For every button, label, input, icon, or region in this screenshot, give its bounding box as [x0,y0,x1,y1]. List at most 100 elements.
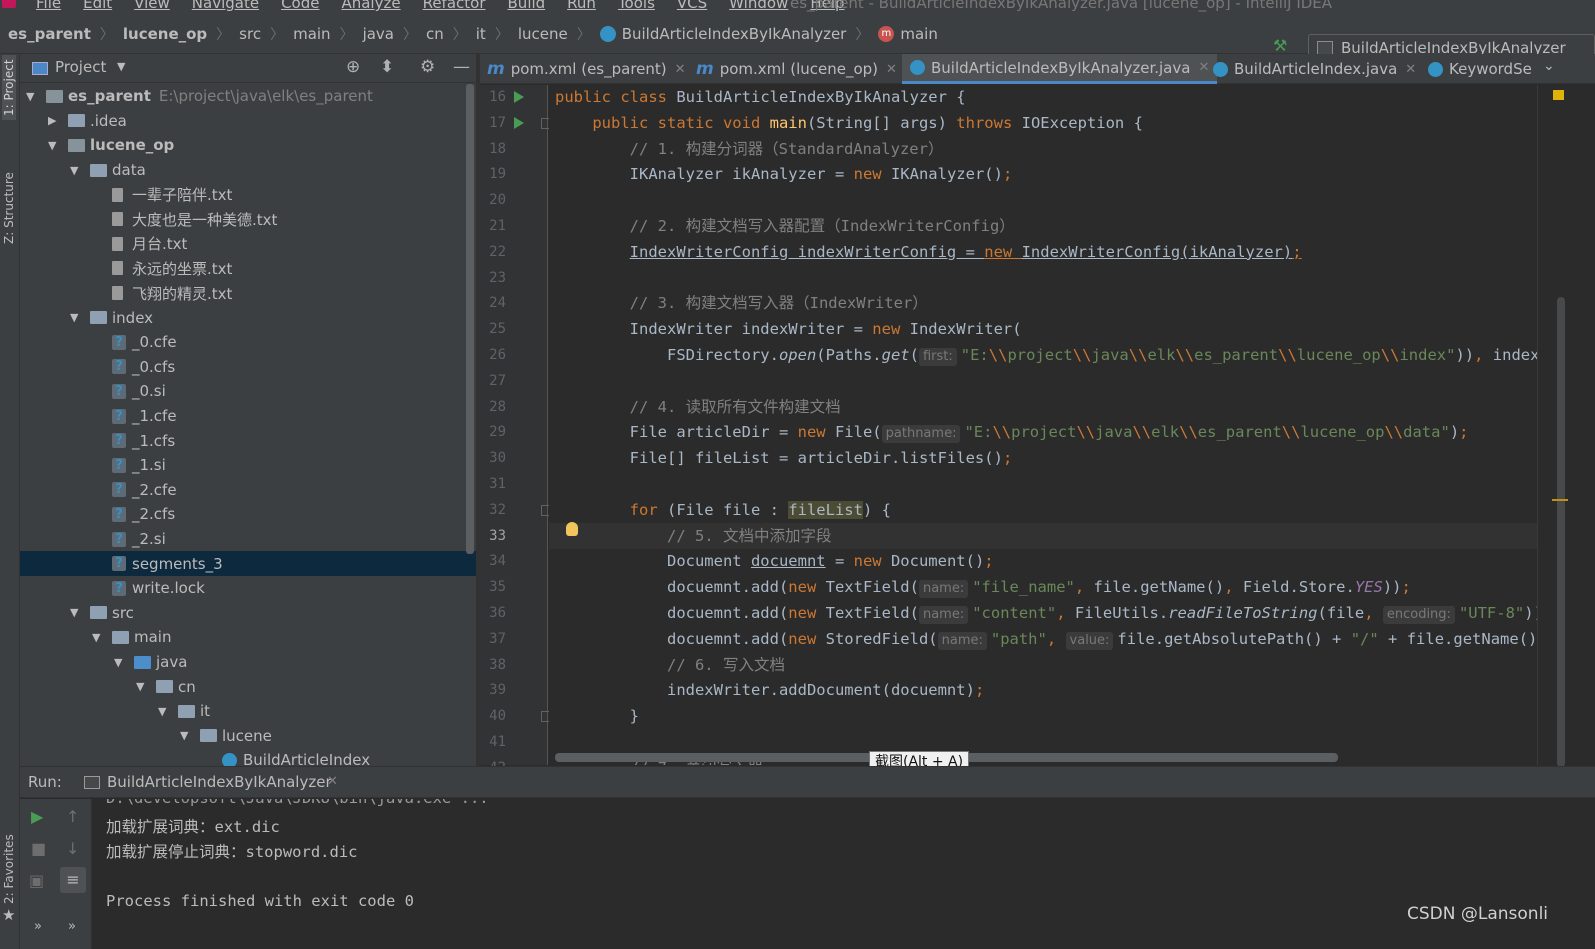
tree-item[interactable]: ▼ lucene_op [20,133,476,158]
tree-item[interactable]: BuildArticleIndex [20,748,476,766]
favorites-star-icon[interactable]: ★ [2,906,15,924]
expanded-arrow-icon[interactable]: ▼ [136,680,148,693]
expanded-arrow-icon[interactable]: ▼ [26,90,38,103]
menu-item-analyze[interactable]: Analyze [341,0,400,12]
breadcrumb-item[interactable]: main [293,25,330,43]
tree-item[interactable]: ▼ lucene [20,724,476,749]
code-editor[interactable]: public class BuildArticleIndexByIkAnalyz… [549,85,1537,765]
warning-indicator-icon[interactable] [1553,90,1564,100]
tree-item[interactable]: ▼ es_parent E:\project\java\elk\es_parent [20,84,476,109]
breadcrumb-item[interactable]: BuildArticleIndexByIkAnalyzer [622,25,847,43]
breadcrumb-item[interactable]: it [476,25,486,43]
tree-item[interactable]: ▼ src [20,601,476,626]
run-main-icon[interactable] [514,117,524,129]
tree-item[interactable]: ? _0.cfe [20,330,476,355]
build-hammer-icon[interactable]: ⚒ [1273,36,1295,55]
breadcrumb-item[interactable]: lucene_op [123,25,207,43]
expanded-arrow-icon[interactable]: ▼ [70,606,82,619]
tree-item[interactable]: ? _2.cfs [20,502,476,527]
project-panel-title[interactable]: Project [55,58,106,76]
menu-item-window[interactable]: Window [729,0,788,12]
gear-icon[interactable]: ⚙ [420,57,435,77]
chevron-down-icon[interactable]: ▼ [117,60,125,73]
scroll-up-icon[interactable]: ↑ [66,807,79,826]
lightbulb-icon[interactable] [566,522,578,536]
breadcrumb-item[interactable]: es_parent [8,25,91,43]
tree-item[interactable]: 飞翔的精灵.txt [20,281,476,306]
tab-overflow-chevron-icon[interactable]: ⌄ [1543,58,1555,74]
tab-editor-file[interactable]: m pom.xml (lucene_op) ✕ [696,54,897,84]
collapsed-arrow-icon[interactable]: ▶ [48,114,60,127]
tree-item[interactable]: ▶ .idea [20,109,476,134]
tree-item[interactable]: ? _0.cfs [20,355,476,380]
close-tab-icon[interactable]: ✕ [886,62,897,77]
menu-item-vcs[interactable]: VCS [677,0,707,12]
tab-editor-file[interactable]: BuildArticleIndexByIkAnalyzer.java ✕ [902,54,1218,84]
tree-item[interactable]: ? write.lock [20,576,476,601]
editor-vertical-scrollbar[interactable] [1557,297,1565,767]
scroll-down-icon[interactable]: ↓ [66,839,79,858]
menu-item-navigate[interactable]: Navigate [192,0,259,12]
tree-item[interactable]: ▼ java [20,650,476,675]
tree-item[interactable]: 一辈子陪伴.txt [20,182,476,207]
tree-item[interactable]: ▼ cn [20,674,476,699]
stop-icon[interactable]: ■ [31,839,46,858]
tree-item[interactable]: ? _0.si [20,379,476,404]
breadcrumb-item[interactable]: main [900,25,937,43]
breadcrumb-item[interactable]: java [363,25,394,43]
expanded-arrow-icon[interactable]: ▼ [158,705,170,718]
close-tab-icon[interactable]: ✕ [1405,62,1416,77]
camera-icon[interactable]: ▣ [29,871,44,890]
expanded-arrow-icon[interactable]: ▼ [114,656,126,669]
tree-item[interactable]: ? _2.cfe [20,478,476,503]
run-tab-label[interactable]: BuildArticleIndexByIkAnalyzer [107,773,332,791]
tree-item[interactable]: ? segments_3 [20,551,476,576]
tab-editor-file[interactable]: BuildArticleIndex.java ✕ [1213,54,1416,84]
soft-wrap-icon[interactable]: ≡ [60,867,86,893]
tree-item[interactable]: ? _1.cfe [20,404,476,429]
collapse-all-icon[interactable]: ⬍ [380,57,394,77]
tree-item[interactable]: ? _1.si [20,453,476,478]
expanded-arrow-icon[interactable]: ▼ [92,631,104,644]
run-class-icon[interactable] [514,91,524,103]
tree-item[interactable]: 月台.txt [20,232,476,257]
breadcrumb-item[interactable]: src [239,25,261,43]
expanded-arrow-icon[interactable]: ▼ [70,164,82,177]
tab-editor-file[interactable]: m pom.xml (es_parent) ✕ [487,54,686,84]
tree-item[interactable]: 大度也是一种美德.txt [20,207,476,232]
close-tab-icon[interactable]: ✕ [1198,60,1209,75]
menu-item-tools[interactable]: Tools [618,0,655,12]
tree-item[interactable]: ? _2.si [20,527,476,552]
menu-item-build[interactable]: Build [508,0,546,12]
menu-item-refactor[interactable]: Refactor [423,0,486,12]
project-tool-tab[interactable]: 1: Project [2,55,16,120]
tree-item[interactable]: ▼ it [20,699,476,724]
menu-item-run[interactable]: Run [567,0,596,12]
tree-item[interactable]: 永远的坐票.txt [20,256,476,281]
expand-more-icon[interactable]: » [34,919,42,934]
favorites-tool-tab[interactable]: 2: Favorites [2,834,16,904]
tree-item[interactable]: ▼ main [20,625,476,650]
menu-item-edit[interactable]: Edit [83,0,112,12]
warning-stripe-mark[interactable] [1552,499,1568,501]
tree-item[interactable]: ▼ data [20,158,476,183]
close-tab-icon[interactable]: ✕ [675,62,686,77]
breadcrumb-item[interactable]: cn [426,25,444,43]
minimize-icon[interactable]: — [453,57,470,77]
structure-tool-tab[interactable]: Z: Structure [2,172,16,244]
breadcrumb-item[interactable]: lucene [518,25,568,43]
close-icon[interactable]: ✕ [327,774,338,789]
expanded-arrow-icon[interactable]: ▼ [48,139,60,152]
menu-item-view[interactable]: View [134,0,170,12]
menu-item-file[interactable]: File [36,0,61,12]
project-tree-scrollbar[interactable] [466,84,474,554]
console-output[interactable]: D:\developsoft\Java\JDK8\bin\java.exe ..… [92,799,1595,949]
tab-editor-file[interactable]: KeywordSe [1428,54,1532,84]
menu-item-code[interactable]: Code [281,0,319,12]
tree-item[interactable]: ▼ index [20,305,476,330]
locate-crosshair-icon[interactable]: ⊕ [346,57,360,77]
expanded-arrow-icon[interactable]: ▼ [180,729,192,742]
rerun-play-icon[interactable]: ▶ [31,807,43,826]
expand-more-icon[interactable]: » [68,919,76,934]
expanded-arrow-icon[interactable]: ▼ [70,311,82,324]
